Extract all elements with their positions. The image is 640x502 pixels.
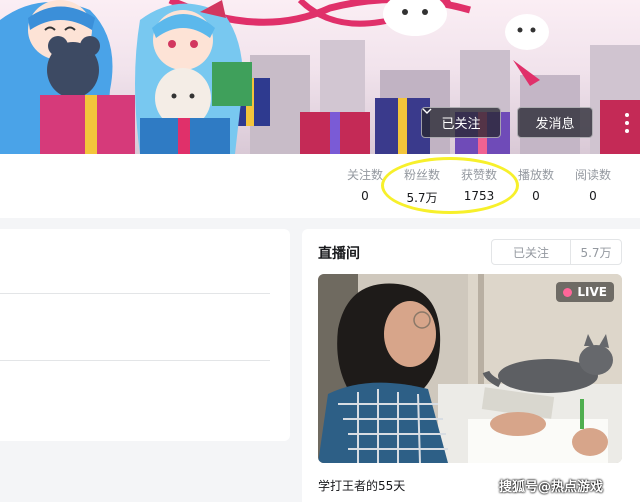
left-content-card (0, 229, 290, 441)
stat-label: 获赞数 (460, 168, 497, 182)
live-room-title[interactable]: 学打王者的55天 (318, 477, 405, 494)
live-badge: LIVE (556, 282, 614, 302)
stat-label: 关注数 (346, 168, 383, 182)
stat-reads: 阅读数 0 (568, 166, 618, 203)
source-watermark: 搜狐号@热点游戏 (499, 480, 604, 495)
live-room-card: 直播间 已关注 5.7万 LIVE 学打王者的55天 (302, 229, 640, 502)
live-badge-label: LIVE (577, 285, 607, 299)
live-thumbnail[interactable]: LIVE (318, 274, 622, 463)
stat-fans[interactable]: 粉丝数 5.7万 (397, 166, 447, 206)
stat-value: 5.7万 (406, 191, 438, 205)
profile-stats-bar: 关注数 0 粉丝数 5.7万 获赞数 1753 播放数 0 阅读数 0 (0, 154, 640, 218)
followed-button-label: 已关注 (441, 117, 481, 132)
live-followed-button[interactable]: 已关注 (492, 240, 571, 264)
send-message-label: 发消息 (535, 117, 575, 132)
more-options-icon[interactable] (620, 110, 634, 136)
stat-plays: 播放数 0 (511, 166, 561, 203)
stat-likes: 获赞数 1753 (454, 166, 504, 203)
chevron-down-icon (422, 108, 432, 114)
stat-value: 1753 (463, 189, 495, 203)
stat-label: 播放数 (517, 168, 554, 182)
send-message-button[interactable]: 发消息 (517, 107, 593, 138)
live-room-heading: 直播间 (318, 246, 360, 262)
followed-button[interactable]: 已关注 (421, 107, 501, 138)
divider (0, 293, 270, 294)
live-fans-count: 5.7万 (580, 245, 612, 260)
stat-value: 0 (532, 189, 540, 203)
stat-value: 0 (589, 189, 597, 203)
stat-value: 0 (361, 189, 369, 203)
stat-label: 粉丝数 (403, 168, 440, 182)
stat-label: 阅读数 (574, 168, 611, 182)
profile-banner: 已关注 发消息 (0, 0, 640, 154)
stat-following[interactable]: 关注数 0 (340, 166, 390, 203)
live-dot-icon (563, 287, 573, 297)
divider (0, 360, 270, 361)
live-follow-segment: 已关注 5.7万 (491, 239, 622, 265)
live-thumbnail-image (318, 274, 622, 463)
